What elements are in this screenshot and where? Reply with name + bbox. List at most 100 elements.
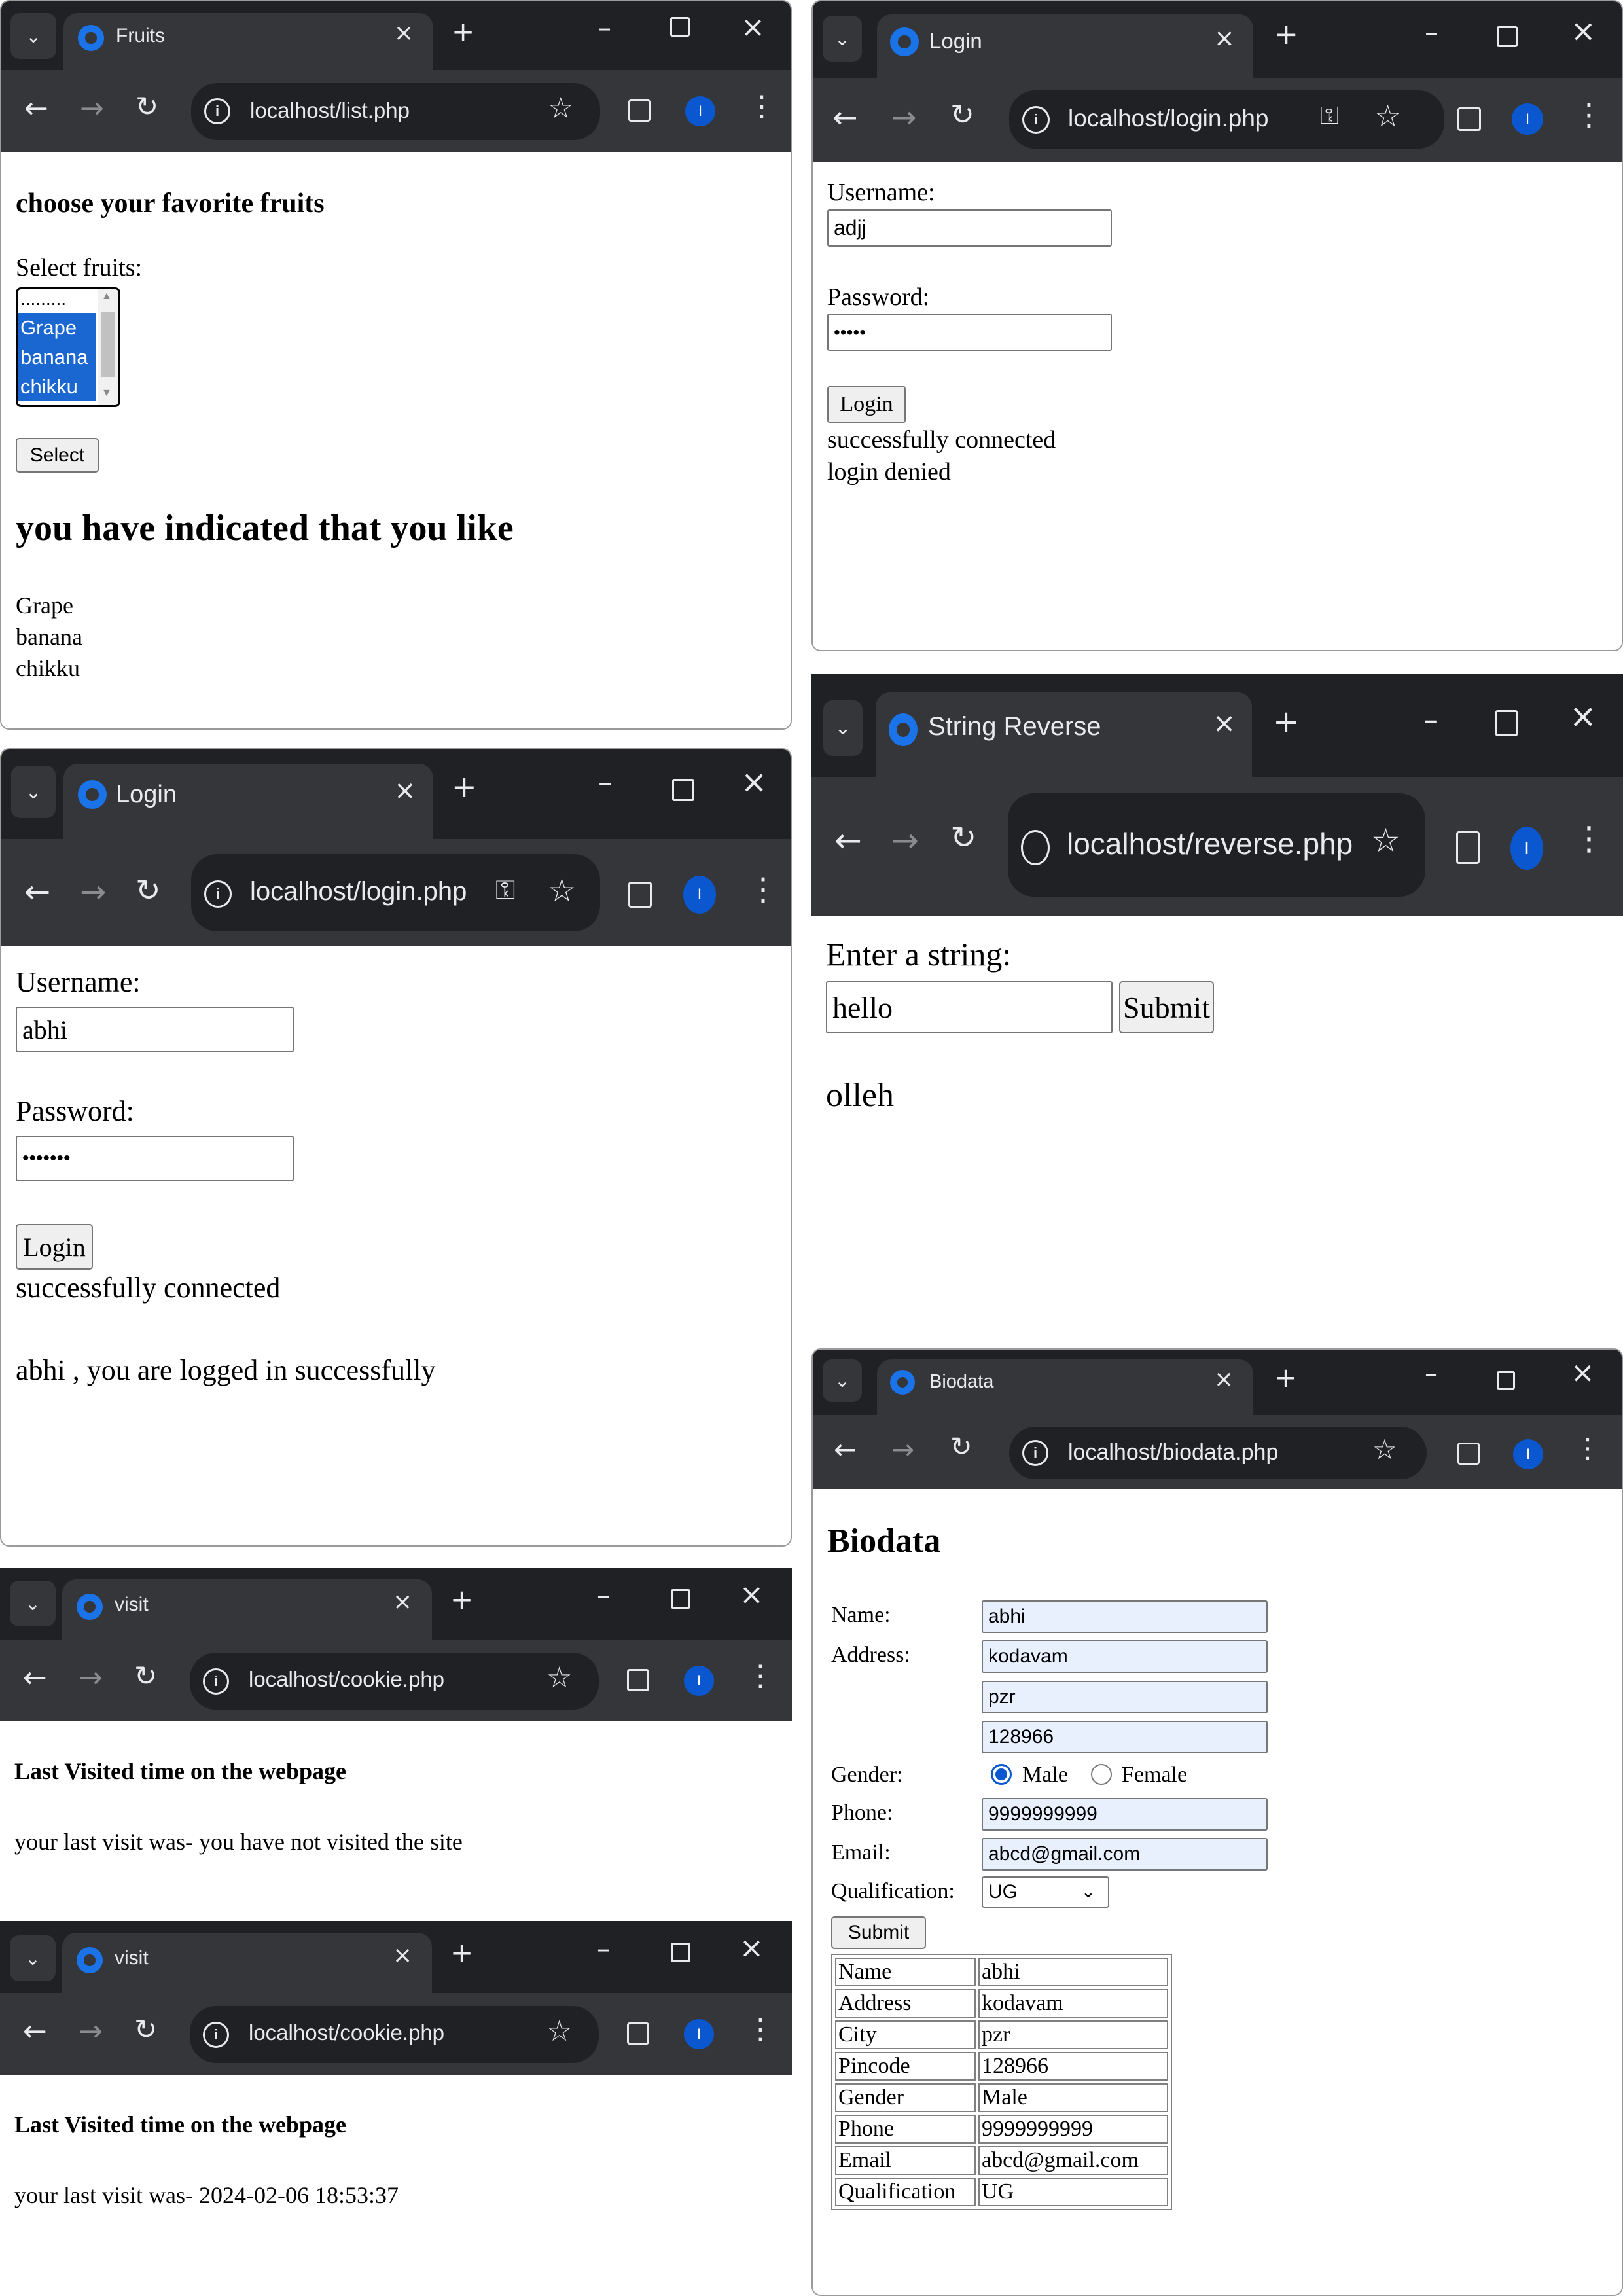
tab-search-button[interactable]: ⌄ [10,1935,56,1981]
listbox-scrollbar[interactable]: ▲ ▼ [98,289,118,405]
close-window-icon[interactable]: × [740,1931,764,1965]
profile-avatar[interactable]: I [1510,827,1543,870]
submit-button[interactable]: Submit [831,1916,926,1949]
scroll-thumb[interactable] [101,312,115,377]
forward-icon[interactable]: → [891,99,917,135]
close-window-icon[interactable]: × [741,764,767,800]
password-input[interactable]: ••••• [827,314,1112,351]
minimize-icon[interactable]: – [1423,702,1438,737]
site-info-icon[interactable]: i [1022,1440,1048,1466]
gender-male-radio[interactable] [991,1764,1012,1785]
scroll-down-icon[interactable]: ▼ [101,387,112,399]
tab-visit[interactable]: visit × [62,1933,432,1993]
tab-string-reverse[interactable]: String Reverse × [876,692,1252,777]
password-key-icon[interactable]: ⚿ [1320,101,1339,130]
bookmark-star-icon[interactable]: ☆ [1374,98,1401,134]
username-input[interactable]: abhi [16,1007,294,1052]
string-input[interactable]: hello [826,981,1113,1033]
password-input[interactable]: ••••••• [16,1136,294,1181]
menu-icon[interactable]: ⋮ [1574,1432,1601,1464]
password-key-icon[interactable]: ⚿ [495,875,515,905]
forward-icon[interactable]: → [79,2015,103,2048]
username-input[interactable]: adjj [827,209,1112,247]
bookmark-star-icon[interactable]: ☆ [546,1661,572,1695]
bookmark-star-icon[interactable]: ☆ [1371,821,1400,859]
reload-icon[interactable]: ↻ [950,1432,972,1462]
profile-avatar[interactable]: I [1513,1439,1543,1469]
tab-login[interactable]: Login × [63,764,433,839]
reload-icon[interactable]: ↻ [135,872,161,908]
maximize-icon[interactable] [1495,710,1518,736]
side-panel-icon[interactable] [1457,1443,1480,1465]
back-icon[interactable]: ← [832,99,858,135]
option-grape[interactable]: Grape [18,313,96,342]
new-tab-icon[interactable]: + [450,1937,473,1969]
menu-icon[interactable]: ⋮ [747,871,779,908]
back-icon[interactable]: ← [834,1433,857,1465]
close-window-icon[interactable]: × [1569,697,1597,735]
maximize-icon[interactable] [1497,26,1518,47]
tab-search-button[interactable]: ⌄ [823,1359,862,1402]
minimize-icon[interactable]: – [598,13,611,43]
maximize-icon[interactable] [670,17,690,37]
close-window-icon[interactable]: × [1571,1356,1595,1390]
email-input[interactable]: abcd@gmail.com [982,1838,1268,1871]
back-icon[interactable]: ← [24,92,48,125]
site-info-icon[interactable]: i [204,98,230,124]
back-icon[interactable]: ← [23,2015,47,2048]
qualification-select[interactable]: UG ⌄ [982,1876,1109,1908]
new-tab-icon[interactable]: + [1274,18,1298,51]
close-tab-icon[interactable]: × [393,1588,412,1615]
maximize-icon[interactable] [671,1589,690,1609]
site-info-icon[interactable]: i [1022,106,1050,134]
login-button[interactable]: Login [16,1224,93,1270]
site-info-icon[interactable]: i [204,880,232,908]
bookmark-star-icon[interactable]: ☆ [546,2015,572,2048]
side-panel-icon[interactable] [1456,831,1480,864]
fruits-listbox[interactable]: ......... Grape banana chikku ▲ ▼ [16,287,120,407]
menu-icon[interactable]: ⋮ [746,2013,775,2046]
new-tab-icon[interactable]: + [1273,704,1299,740]
side-panel-icon[interactable] [628,99,651,122]
new-tab-icon[interactable]: + [452,16,474,48]
tab-search-button[interactable]: ⌄ [11,766,56,818]
forward-icon[interactable]: → [80,874,106,910]
minimize-icon[interactable]: – [597,1581,610,1611]
bookmark-star-icon[interactable]: ☆ [1372,1433,1397,1465]
minimize-icon[interactable]: – [1425,16,1438,48]
new-tab-icon[interactable]: + [1274,1361,1297,1393]
phone-input[interactable]: 9999999999 [982,1798,1268,1831]
forward-icon[interactable]: → [80,92,104,125]
side-panel-icon[interactable] [627,2022,649,2045]
reload-icon[interactable]: ↻ [950,819,976,856]
tab-biodata[interactable]: Biodata × [877,1359,1253,1415]
maximize-icon[interactable] [671,1943,690,1962]
back-icon[interactable]: ← [24,874,50,910]
forward-icon[interactable]: → [891,1433,914,1465]
close-tab-icon[interactable]: × [1213,707,1236,739]
select-button[interactable]: Select [16,438,99,473]
close-window-icon[interactable]: × [740,1578,764,1611]
side-panel-icon[interactable] [1457,107,1481,131]
minimize-icon[interactable]: – [1425,1359,1438,1389]
option-placeholder[interactable]: ......... [18,289,96,315]
address-line2-input[interactable]: pzr [982,1681,1268,1713]
option-banana[interactable]: banana [18,342,96,372]
close-window-icon[interactable]: × [741,10,765,44]
back-icon[interactable]: ← [834,821,862,859]
maximize-icon[interactable] [672,779,694,801]
close-tab-icon[interactable]: × [394,20,414,46]
submit-button[interactable]: Submit [1119,981,1214,1033]
close-window-icon[interactable]: × [1571,13,1596,48]
name-input[interactable]: abhi [982,1600,1268,1633]
tab-search-button[interactable]: ⌄ [10,13,56,59]
profile-avatar[interactable]: I [683,876,716,914]
profile-avatar[interactable]: I [684,2019,714,2049]
back-icon[interactable]: ← [23,1661,47,1695]
menu-icon[interactable]: ⋮ [1574,97,1604,132]
reload-icon[interactable]: ↻ [135,90,158,122]
address-line1-input[interactable]: kodavam [982,1640,1268,1673]
profile-avatar[interactable]: I [685,96,715,126]
menu-icon[interactable]: ⋮ [747,90,776,123]
reload-icon[interactable]: ↻ [134,1660,157,1692]
